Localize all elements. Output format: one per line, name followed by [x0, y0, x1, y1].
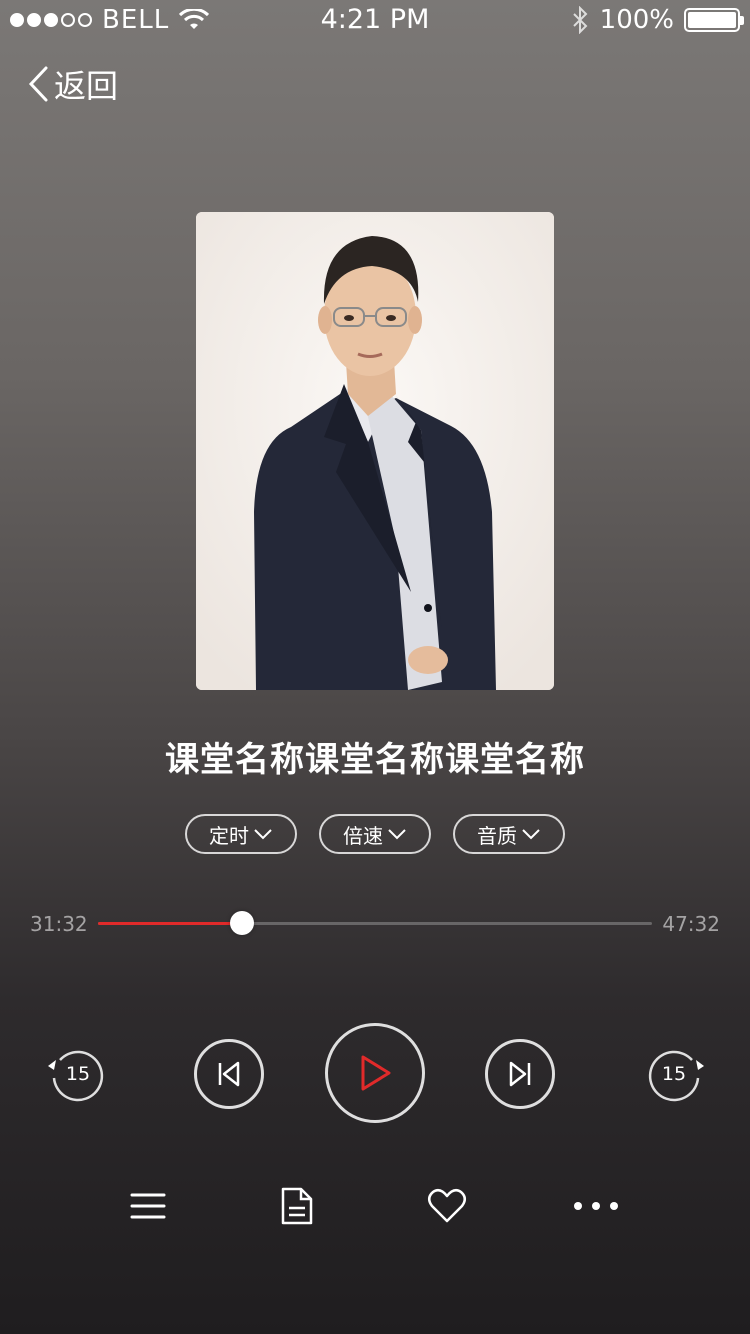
document-button[interactable]	[267, 1176, 327, 1236]
battery-icon	[684, 8, 744, 32]
bluetooth-icon	[572, 6, 588, 34]
current-time: 31:32	[30, 912, 88, 936]
more-button[interactable]	[566, 1176, 626, 1236]
playlist-button[interactable]	[118, 1176, 178, 1236]
document-icon	[281, 1187, 313, 1225]
battery-percent: 100%	[599, 5, 674, 35]
skip-next-icon	[509, 1061, 531, 1087]
quality-option-button[interactable]: 音质	[453, 814, 565, 854]
next-track-button[interactable]	[485, 1039, 555, 1109]
forward-seconds: 15	[661, 1063, 687, 1085]
previous-track-button[interactable]	[194, 1039, 264, 1109]
speed-option-button[interactable]: 倍速	[319, 814, 431, 854]
favorite-button[interactable]	[417, 1176, 477, 1236]
back-button[interactable]: 返回	[26, 62, 118, 106]
forward-15-button[interactable]: 15	[644, 1042, 708, 1106]
status-bar: BELL 4:21 PM 100%	[0, 0, 750, 40]
course-title: 课堂名称课堂名称课堂名称	[165, 740, 585, 780]
quality-option-label: 音质	[477, 823, 517, 848]
progress-track[interactable]	[98, 911, 652, 935]
play-icon	[361, 1055, 391, 1091]
chevron-left-icon	[28, 66, 48, 102]
progress-bar: 31:32 47:32	[0, 904, 750, 944]
course-cover-image	[196, 212, 554, 690]
play-button[interactable]	[325, 1023, 425, 1123]
player-options: 定时 倍速 音质	[0, 814, 750, 854]
timer-option-label: 定时	[209, 823, 249, 848]
total-time: 47:32	[662, 912, 720, 936]
chevron-down-icon	[254, 829, 272, 840]
timer-option-button[interactable]: 定时	[185, 814, 297, 854]
progress-knob[interactable]	[230, 911, 255, 935]
chevron-down-icon	[522, 829, 540, 840]
speed-option-label: 倍速	[343, 823, 383, 848]
back-label: 返回	[54, 67, 119, 105]
skip-previous-icon	[218, 1061, 240, 1087]
playlist-icon	[130, 1193, 166, 1219]
progress-fill	[98, 922, 243, 925]
chevron-down-icon	[388, 829, 406, 840]
bottom-action-bar	[0, 1176, 750, 1236]
more-icon	[574, 1202, 618, 1210]
rewind-seconds: 15	[65, 1063, 91, 1085]
rewind-15-button[interactable]: 15	[44, 1042, 108, 1106]
heart-icon	[428, 1188, 466, 1223]
playback-controls: 15 15	[0, 1020, 750, 1130]
